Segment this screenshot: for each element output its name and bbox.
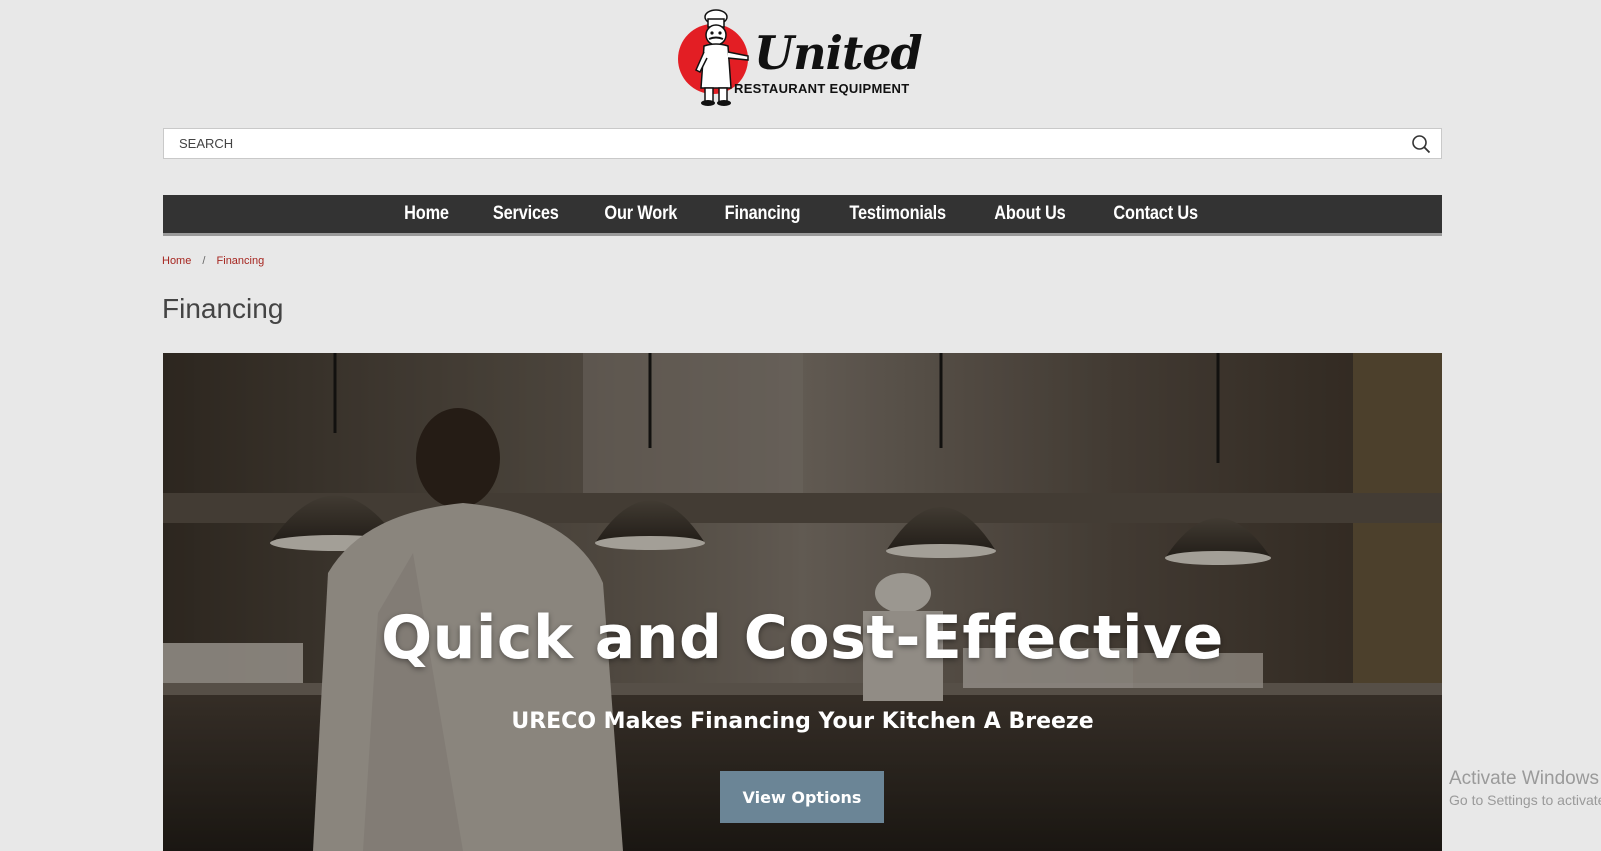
logo-subtitle: RESTAURANT EQUIPMENT: [734, 81, 910, 96]
watermark-line-1: Activate Windows: [1449, 768, 1599, 789]
nav-item-contact-us[interactable]: Contact Us: [1098, 203, 1213, 225]
breadcrumb-current[interactable]: Financing: [217, 255, 265, 267]
nav-item-services[interactable]: Services: [477, 203, 573, 225]
search-input[interactable]: [164, 129, 1384, 158]
hero-title: Quick and Cost-Effective: [381, 603, 1224, 673]
nav-item-our-work[interactable]: Our Work: [590, 203, 693, 225]
hero-subtitle: URECO Makes Financing Your Kitchen A Bre…: [511, 709, 1094, 734]
nav-item-testimonials[interactable]: Testimonials: [834, 203, 961, 225]
search-bar: [163, 128, 1442, 159]
search-icon[interactable]: [1411, 134, 1431, 154]
site-logo[interactable]: United RESTAURANT EQUIPMENT: [676, 8, 928, 108]
nav-item-financing[interactable]: Financing: [710, 203, 816, 225]
hero-banner: Quick and Cost-Effective URECO Makes Fin…: [163, 353, 1442, 851]
nav-item-about-us[interactable]: About Us: [979, 203, 1080, 225]
windows-activation-watermark: Activate Windows Go to Settings to activ…: [1449, 768, 1601, 808]
page-title: Financing: [162, 293, 284, 324]
breadcrumb: Home / Financing: [162, 255, 264, 267]
watermark-line-2: Go to Settings to activate Windows.: [1449, 792, 1601, 808]
breadcrumb-separator: /: [202, 255, 206, 267]
view-options-button[interactable]: View Options: [720, 771, 884, 823]
breadcrumb-home-link[interactable]: Home: [162, 255, 191, 267]
nav-item-home[interactable]: Home: [389, 203, 464, 225]
logo-title: United: [754, 26, 923, 80]
main-nav: Home Services Our Work Financing Testimo…: [163, 195, 1442, 236]
